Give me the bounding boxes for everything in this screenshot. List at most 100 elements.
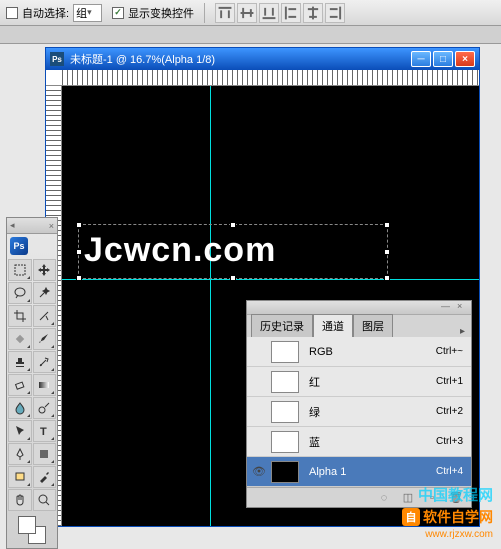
- watermark-badge: 自: [402, 508, 420, 526]
- crop-tool[interactable]: [8, 305, 32, 327]
- align-bottom-button[interactable]: [259, 3, 279, 23]
- channel-name: RGB: [303, 346, 432, 358]
- eraser-tool[interactable]: [8, 374, 32, 396]
- panel-close-icon[interactable]: ×: [457, 301, 467, 311]
- handle-tr[interactable]: [384, 222, 390, 228]
- minimize-button[interactable]: ─: [411, 51, 431, 67]
- auto-select-checkbox[interactable]: [6, 7, 18, 19]
- gradient-tool[interactable]: [33, 374, 57, 396]
- stamp-tool[interactable]: [8, 351, 32, 373]
- channel-shortcut: Ctrl+1: [436, 376, 467, 387]
- show-transform-label: 显示变换控件: [128, 5, 194, 21]
- channel-row[interactable]: 红 Ctrl+1: [247, 367, 471, 397]
- handle-br[interactable]: [384, 275, 390, 281]
- toolbar-strip: [0, 26, 501, 44]
- handle-tl[interactable]: [76, 222, 82, 228]
- channel-shortcut: Ctrl+4: [436, 466, 467, 477]
- ruler-horizontal[interactable]: [46, 70, 479, 86]
- window-titlebar[interactable]: Ps 未标题-1 @ 16.7%(Alpha 1/8) ─ □ ×: [46, 48, 479, 70]
- channel-row[interactable]: 绿 Ctrl+2: [247, 397, 471, 427]
- tab-layers[interactable]: 图层: [353, 314, 393, 337]
- channel-thumbnail: [271, 431, 299, 453]
- slice-tool[interactable]: [33, 305, 57, 327]
- options-bar: 自动选择: 组 ▾ 显示变换控件: [0, 0, 501, 26]
- wand-tool[interactable]: [33, 282, 57, 304]
- panel-menu-icon[interactable]: ▸: [454, 326, 471, 337]
- selection-type-combo[interactable]: 组 ▾: [73, 4, 102, 22]
- channel-name: 红: [303, 374, 432, 390]
- handle-ml[interactable]: [76, 249, 82, 255]
- channel-shortcut: Ctrl+3: [436, 436, 467, 447]
- tab-history[interactable]: 历史记录: [251, 314, 313, 337]
- guide-vertical[interactable]: [210, 86, 211, 526]
- notes-tool[interactable]: [8, 466, 32, 488]
- show-transform-group[interactable]: 显示变换控件: [112, 5, 194, 21]
- ps-logo-icon: Ps: [10, 237, 28, 255]
- channel-name: 蓝: [303, 434, 432, 450]
- visibility-icon[interactable]: 👁: [251, 464, 267, 480]
- handle-mr[interactable]: [384, 249, 390, 255]
- handle-bl[interactable]: [76, 275, 82, 281]
- path-select-tool[interactable]: [8, 420, 32, 442]
- channel-shortcut: Ctrl+~: [436, 346, 467, 357]
- auto-select-group[interactable]: 自动选择: 组 ▾: [6, 4, 102, 22]
- marquee-tool[interactable]: [8, 259, 32, 281]
- eyedropper-tool[interactable]: [33, 466, 57, 488]
- channels-panel: — × 历史记录 通道 图层 ▸ RGB Ctrl+~ 红 Ctrl+1 绿 Ctrl+2…: [246, 300, 472, 508]
- lasso-tool[interactable]: [8, 282, 32, 304]
- transform-box[interactable]: [78, 224, 388, 279]
- channel-shortcut: Ctrl+2: [436, 406, 467, 417]
- maximize-button[interactable]: □: [433, 51, 453, 67]
- brush-tool[interactable]: [33, 328, 57, 350]
- load-selection-button[interactable]: ◌: [375, 491, 393, 505]
- channel-list: RGB Ctrl+~ 红 Ctrl+1 绿 Ctrl+2 蓝 Ctrl+3 👁 Alpha 1 Ct…: [247, 337, 471, 487]
- color-swatches[interactable]: [7, 512, 57, 548]
- align-buttons: [215, 3, 345, 23]
- window-title: 未标题-1 @ 16.7%(Alpha 1/8): [70, 51, 215, 67]
- svg-text:T: T: [40, 426, 47, 438]
- close-button[interactable]: ×: [455, 51, 475, 67]
- channel-row[interactable]: 蓝 Ctrl+3: [247, 427, 471, 457]
- ps-file-icon: Ps: [50, 52, 64, 66]
- handle-bc[interactable]: [230, 275, 236, 281]
- auto-select-label: 自动选择:: [22, 5, 69, 21]
- align-vcenter-button[interactable]: [237, 3, 257, 23]
- show-transform-checkbox[interactable]: [112, 7, 124, 19]
- zoom-tool[interactable]: [33, 489, 57, 511]
- chevron-down-icon: ▾: [87, 7, 99, 18]
- history-brush-tool[interactable]: [33, 351, 57, 373]
- heal-tool[interactable]: [8, 328, 32, 350]
- guide-horizontal[interactable]: [62, 279, 479, 280]
- shape-tool[interactable]: [33, 443, 57, 465]
- separator: [204, 3, 205, 23]
- channel-thumbnail: [271, 341, 299, 363]
- channel-thumbnail: [271, 401, 299, 423]
- move-tool[interactable]: [33, 259, 57, 281]
- align-top-button[interactable]: [215, 3, 235, 23]
- tab-channels[interactable]: 通道: [313, 314, 353, 337]
- align-hcenter-button[interactable]: [303, 3, 323, 23]
- dodge-tool[interactable]: [33, 397, 57, 419]
- foreground-color-swatch[interactable]: [18, 516, 36, 534]
- hand-tool[interactable]: [8, 489, 32, 511]
- watermark-url: www.rjzxw.com: [425, 529, 493, 540]
- pen-tool[interactable]: [8, 443, 32, 465]
- channel-name: 绿: [303, 404, 432, 420]
- align-right-button[interactable]: [325, 3, 345, 23]
- panel-tabs: 历史记录 通道 图层 ▸: [247, 315, 471, 337]
- tools-panel: ◂× Ps T: [6, 217, 58, 549]
- channel-name: Alpha 1: [303, 466, 432, 478]
- tools-header[interactable]: ◂×: [7, 218, 57, 234]
- panel-minimize-icon[interactable]: —: [441, 301, 451, 311]
- channel-row[interactable]: 👁 Alpha 1 Ctrl+4: [247, 457, 471, 487]
- type-tool[interactable]: T: [33, 420, 57, 442]
- channel-thumbnail: [271, 371, 299, 393]
- handle-tc[interactable]: [230, 222, 236, 228]
- align-left-button[interactable]: [281, 3, 301, 23]
- channel-row[interactable]: RGB Ctrl+~: [247, 337, 471, 367]
- panel-titlebar[interactable]: — ×: [247, 301, 471, 315]
- watermark: 中国教程网 自 软件自学网 www.rjzxw.com: [402, 484, 493, 540]
- blur-tool[interactable]: [8, 397, 32, 419]
- watermark-brand: 软件自学网: [423, 507, 493, 527]
- watermark-text-1: 中国教程网: [418, 484, 493, 505]
